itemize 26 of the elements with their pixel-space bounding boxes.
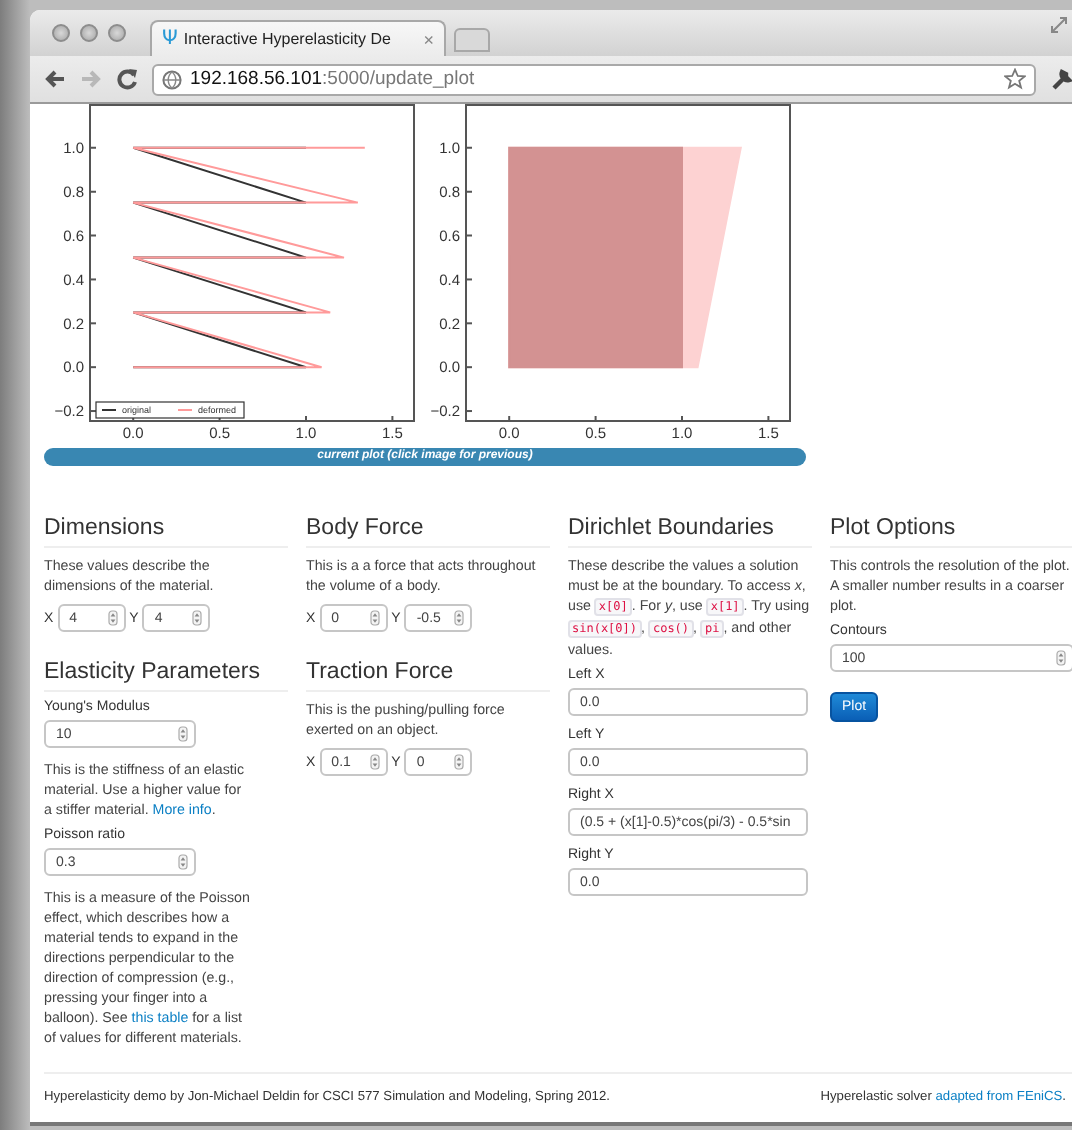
spinner-icon[interactable]: [192, 610, 203, 626]
section-heading: Traction Force: [306, 660, 550, 692]
address-bar[interactable]: 192.168.56.101:5000/update_plot: [152, 63, 1036, 95]
spinner-icon[interactable]: [454, 754, 465, 770]
section-heading: Dimensions: [44, 516, 288, 548]
tab-title: Interactive Hyperelasticity De: [183, 30, 393, 48]
globe-icon: [162, 69, 182, 89]
wrench-icon[interactable]: [1050, 68, 1072, 90]
back-arrow-icon[interactable]: [44, 68, 66, 90]
reload-icon[interactable]: [116, 68, 138, 90]
spinner-icon[interactable]: [178, 854, 188, 870]
section-heading: Plot Options: [830, 516, 1072, 548]
new-tab-button[interactable]: [454, 28, 490, 52]
spinner-icon[interactable]: [178, 726, 188, 742]
star-icon[interactable]: [1004, 68, 1026, 90]
spinner-icon[interactable]: [107, 610, 118, 626]
spinner-icon[interactable]: [369, 610, 380, 626]
spinner-icon[interactable]: [454, 610, 465, 626]
section-heading: Dirichlet Boundaries: [568, 516, 812, 548]
tab-favicon: Ψ: [162, 28, 178, 50]
section-heading: Body Force: [306, 516, 550, 548]
resize-icon[interactable]: [1050, 16, 1068, 34]
spinner-icon[interactable]: [369, 754, 380, 770]
spinner-icon[interactable]: [1056, 650, 1066, 666]
section-heading: Elasticity Parameters: [44, 660, 288, 692]
browser-tab[interactable]: Ψ Interactive Hyperelasticity De ×: [150, 20, 446, 56]
